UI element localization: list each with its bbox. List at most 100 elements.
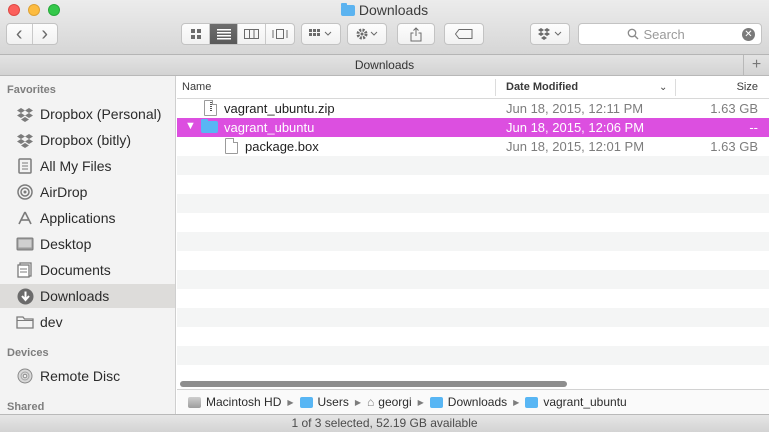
dropbox-icon	[15, 131, 35, 149]
table-row[interactable]: package.box Jun 18, 2015, 12:01 PM 1.63 …	[177, 137, 769, 156]
window-title: Downloads	[0, 2, 769, 18]
sidebar-item-airdrop[interactable]: AirDrop	[0, 180, 175, 204]
list-view-icon	[216, 29, 231, 40]
path-arrow-icon: ▶	[417, 397, 424, 407]
file-name: vagrant_ubuntu	[224, 120, 315, 135]
dropbox-button[interactable]	[530, 23, 570, 45]
path-item-users[interactable]: Users	[299, 395, 349, 409]
column-header-name[interactable]: Name	[182, 76, 211, 99]
clear-search-icon[interactable]: ✕	[742, 28, 755, 41]
empty-row	[177, 213, 769, 232]
sidebar-heading-devices: Devices	[7, 347, 49, 359]
list-view-button[interactable]	[210, 24, 238, 44]
sidebar-item-dropbox-personal[interactable]: Dropbox (Personal)	[0, 102, 175, 126]
sidebar-item-downloads[interactable]: Downloads	[0, 284, 175, 308]
navigation-buttons: ‹ ›	[6, 23, 58, 45]
column-view-button[interactable]	[238, 24, 266, 44]
empty-row	[177, 346, 769, 365]
disc-icon	[15, 367, 35, 385]
empty-row	[177, 308, 769, 327]
sidebar-item-remote-disc[interactable]: Remote Disc	[0, 364, 175, 388]
path-item-macintosh-hd[interactable]: Macintosh HD	[188, 395, 281, 409]
back-button[interactable]: ‹	[7, 24, 33, 44]
file-name: package.box	[245, 139, 319, 154]
folder-icon	[429, 396, 443, 408]
cover-flow-button[interactable]	[266, 24, 294, 44]
empty-row	[177, 175, 769, 194]
path-arrow-icon: ▶	[354, 397, 362, 407]
empty-row	[177, 156, 769, 175]
sidebar-item-all-my-files[interactable]: All My Files	[0, 154, 175, 178]
column-header-size[interactable]: Size	[737, 76, 758, 99]
horizontal-scrollbar[interactable]	[180, 381, 567, 387]
file-name: vagrant_ubuntu.zip	[224, 101, 335, 116]
file-date: Jun 18, 2015, 12:06 PM	[506, 120, 645, 135]
search-field[interactable]: ✕	[578, 23, 762, 45]
folder-icon	[201, 119, 218, 133]
sidebar-item-documents[interactable]: Documents	[0, 258, 175, 282]
empty-row	[177, 270, 769, 289]
sidebar: Favorites Dropbox (Personal) Dropbox (bi…	[0, 76, 176, 414]
sort-chevron-down-icon[interactable]: ⌄	[659, 76, 667, 99]
documents-icon	[15, 261, 35, 279]
disclosure-triangle-icon[interactable]: ▼	[185, 120, 196, 132]
airdrop-icon	[15, 183, 35, 201]
empty-row	[177, 232, 769, 251]
column-divider[interactable]	[495, 79, 496, 96]
share-button[interactable]	[397, 23, 435, 45]
applications-icon	[15, 209, 35, 227]
search-icon	[627, 28, 638, 40]
file-size: 1.63 GB	[710, 101, 758, 116]
empty-row	[177, 327, 769, 346]
status-text: 1 of 3 selected, 52.19 GB available	[291, 416, 478, 430]
icon-view-button[interactable]	[182, 24, 210, 44]
tab-downloads[interactable]: Downloads	[355, 58, 414, 72]
forward-button[interactable]: ›	[33, 24, 58, 44]
dropbox-icon	[15, 105, 35, 123]
column-header-date-modified[interactable]: Date Modified	[506, 76, 578, 99]
path-item-georgi[interactable]: ⌂ georgi	[367, 395, 412, 409]
all-files-icon	[15, 157, 35, 175]
folder-icon	[340, 3, 355, 16]
gear-icon	[356, 28, 378, 40]
search-input[interactable]	[643, 26, 714, 42]
file-icon	[225, 138, 238, 154]
empty-row	[177, 289, 769, 308]
new-tab-button[interactable]: +	[743, 55, 769, 75]
sidebar-item-dev[interactable]: dev	[0, 310, 175, 334]
tag-icon	[455, 29, 473, 39]
tab-bar: Downloads +	[0, 55, 769, 76]
sidebar-heading-favorites: Favorites	[7, 84, 56, 96]
home-icon: ⌂	[367, 395, 375, 409]
file-rows: vagrant_ubuntu.zip Jun 18, 2015, 12:11 P…	[177, 99, 769, 384]
icon-view-icon	[190, 29, 201, 39]
sidebar-item-applications[interactable]: Applications	[0, 206, 175, 230]
column-divider[interactable]	[675, 79, 676, 96]
table-row[interactable]: vagrant_ubuntu.zip Jun 18, 2015, 12:11 P…	[177, 99, 769, 118]
arrange-button[interactable]	[301, 23, 341, 45]
file-size: 1.63 GB	[710, 139, 758, 154]
zip-file-icon	[204, 100, 217, 116]
status-bar: 1 of 3 selected, 52.19 GB available	[0, 414, 769, 432]
path-arrow-icon: ▶	[513, 397, 520, 407]
empty-row	[177, 251, 769, 270]
cover-flow-icon	[272, 29, 288, 39]
file-date: Jun 18, 2015, 12:11 PM	[506, 101, 644, 116]
sidebar-heading-shared: Shared	[7, 401, 45, 413]
sidebar-item-dropbox-bitly[interactable]: Dropbox (bitly)	[0, 128, 175, 152]
action-button[interactable]	[347, 23, 387, 45]
dropbox-icon	[538, 28, 562, 40]
path-arrow-icon: ▶	[287, 397, 294, 407]
folder-icon	[525, 396, 539, 408]
file-list: Name Date Modified ⌄ Size vagrant_ubuntu…	[177, 76, 769, 389]
sidebar-item-desktop[interactable]: Desktop	[0, 232, 175, 256]
tags-button[interactable]	[444, 23, 484, 45]
arrange-icon	[309, 29, 332, 36]
downloads-icon	[15, 287, 35, 305]
table-row[interactable]: ▼ vagrant_ubuntu Jun 18, 2015, 12:06 PM …	[177, 118, 769, 137]
path-item-downloads[interactable]: Downloads	[429, 395, 507, 409]
view-mode-buttons	[181, 23, 295, 45]
column-view-icon	[244, 29, 259, 39]
share-icon	[410, 26, 422, 41]
path-item-vagrant-ubuntu[interactable]: vagrant_ubuntu	[525, 395, 627, 409]
